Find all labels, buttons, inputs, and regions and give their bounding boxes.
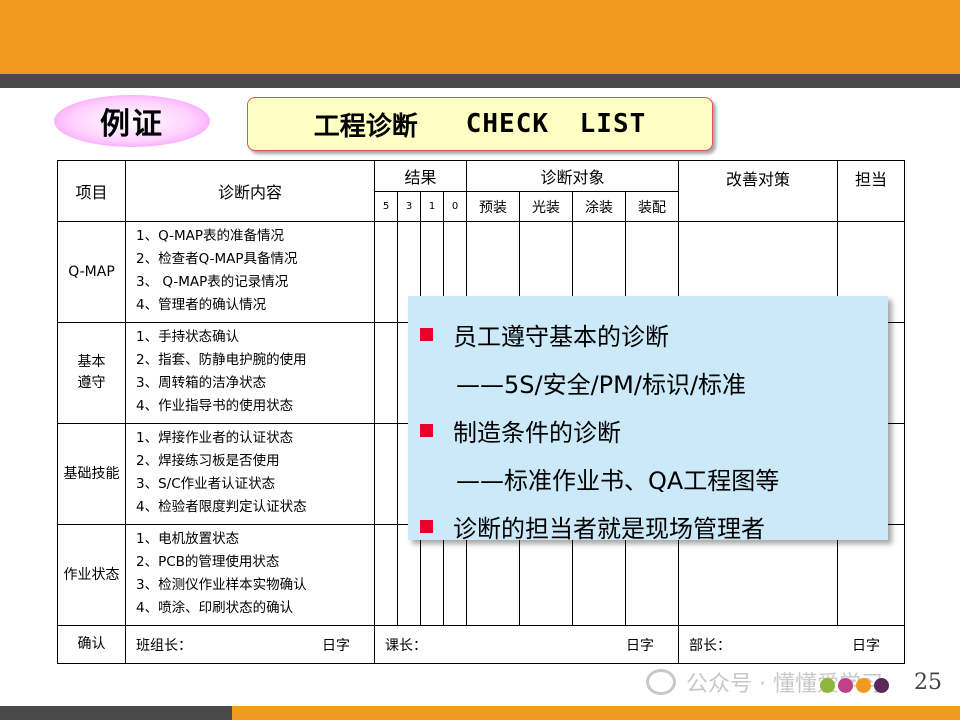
row-item: 基本遵守 (57, 322, 126, 424)
cell (374, 221, 398, 323)
section-chief-date: 日字 (626, 637, 655, 654)
score-1: 1 (420, 191, 444, 222)
content-line: 3、周转箱的洁净状态 (136, 375, 267, 391)
target-light: 光装 (519, 191, 574, 222)
bullet-square-icon (420, 423, 433, 437)
row-item: 基础技能 (57, 423, 126, 525)
callout-text: 员工遵守基本的诊断 (453, 322, 669, 351)
callout-text: 制造条件的诊断 (453, 418, 621, 447)
target-assembly: 装配 (625, 191, 680, 222)
content-line: 2、PCB的管理使用状态 (136, 554, 280, 570)
target-coating: 涂装 (572, 191, 627, 222)
content-line: 3、 Q-MAP表的记录情况 (136, 274, 289, 290)
score-0: 0 (442, 191, 468, 222)
callout-text: ——5S/安全/PM/标识/标准 (456, 370, 747, 399)
bottom-orange-band (232, 706, 960, 720)
decorative-dots (820, 678, 892, 693)
callout-subitem: ——标准作业书、QA工程图等 (420, 454, 888, 502)
dept-head-label: 部长： (689, 637, 732, 654)
row-content: 1、电机放置状态 2、PCB的管理使用状态 3、检测仪作业样本实物确认 4、喷涂… (125, 524, 375, 626)
content-line: 3、S/C作业者认证状态 (136, 476, 276, 492)
cell (374, 322, 398, 424)
dot-icon (820, 678, 835, 693)
content-line: 2、检查者Q-MAP具备情况 (136, 251, 298, 267)
content-line: 4、喷涂、印刷状态的确认 (136, 600, 294, 616)
row-content: 1、Q-MAP表的准备情况 2、检查者Q-MAP具备情况 3、 Q-MAP表的记… (125, 221, 375, 323)
row-content: 1、手持状态确认 2、指套、防静电护腕的使用 3、周转箱的洁净状态 4、作业指导… (125, 322, 375, 424)
content-line: 2、焊接练习板是否使用 (136, 453, 280, 469)
content-line: 1、Q-MAP表的准备情况 (136, 228, 284, 244)
row-item: 作业状态 (57, 524, 126, 626)
content-line: 2、指套、防静电护腕的使用 (136, 352, 307, 368)
content-line: 1、手持状态确认 (136, 329, 240, 345)
section-chief-label: 课长： (385, 637, 427, 654)
title-en: CHECK LIST (465, 109, 647, 139)
header-target: 诊断对象 (466, 160, 680, 192)
wechat-icon (646, 669, 676, 695)
top-gray-band (0, 74, 960, 88)
callout-item: 制造条件的诊断 (420, 406, 888, 454)
leader-label: 班组长： (136, 637, 192, 654)
bottom-gray-band (0, 706, 232, 720)
header-item: 项目 (57, 160, 126, 222)
callout-item: 员工遵守基本的诊断 (420, 310, 888, 358)
example-tag: 例证 (54, 95, 210, 147)
dot-icon (874, 678, 889, 693)
callout-subitem: ——5S/安全/PM/标识/标准 (420, 358, 888, 406)
callout-text: 诊断的担当者就是现场管理者 (453, 514, 765, 543)
title-cn: 工程诊断 (313, 111, 418, 142)
title-box: 工程诊断 CHECK LIST (247, 97, 713, 151)
summary-callout: 员工遵守基本的诊断 ——5S/安全/PM/标识/标准 制造条件的诊断 ——标准作… (408, 296, 888, 543)
confirm-leader-cell: 班组长： 日字 (125, 625, 375, 664)
page-number: 25 (914, 670, 942, 695)
bullet-square-icon (420, 519, 433, 533)
leader-date: 日字 (322, 637, 350, 654)
cell (374, 524, 398, 626)
content-line: 4、作业指导书的使用状态 (136, 398, 294, 414)
dot-icon (838, 678, 853, 693)
content-line: 1、焊接作业者的认证状态 (136, 430, 294, 446)
confirm-section-cell: 课长： 日字 (373, 625, 680, 664)
confirm-label: 确认 (57, 625, 126, 664)
header-content: 诊断内容 (125, 160, 375, 222)
content-line: 3、检测仪作业样本实物确认 (136, 577, 307, 593)
score-5: 5 (374, 191, 398, 222)
top-orange-band (0, 0, 960, 74)
bullet-square-icon (420, 327, 433, 341)
target-pre-assembly: 预装 (466, 191, 521, 222)
dot-icon (856, 678, 871, 693)
confirm-row: 确认 班组长： 日字 课长： 日字 部长： 日字 (57, 625, 906, 664)
row-content: 1、焊接作业者的认证状态 2、焊接练习板是否使用 3、S/C作业者认证状态 4、… (125, 423, 375, 525)
cell (374, 423, 398, 525)
content-line: 4、检验者限度判定认证状态 (136, 499, 307, 515)
content-line: 4、管理者的确认情况 (136, 297, 267, 313)
row-item: Q-MAP (57, 221, 126, 323)
content-line: 1、电机放置状态 (136, 531, 240, 547)
confirm-dept-cell: 部长： 日字 (678, 625, 906, 664)
header-measure: 改善对策 (678, 160, 839, 222)
callout-text: ——标准作业书、QA工程图等 (456, 466, 780, 495)
header-owner: 担当 (837, 160, 906, 222)
header-result: 结果 (373, 160, 468, 192)
dept-head-date: 日字 (852, 637, 881, 654)
score-3: 3 (397, 191, 421, 222)
callout-item: 诊断的担当者就是现场管理者 (420, 502, 888, 550)
